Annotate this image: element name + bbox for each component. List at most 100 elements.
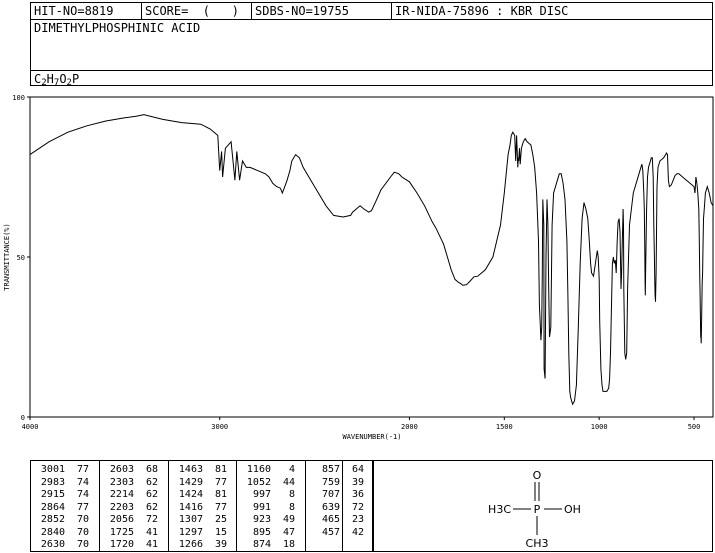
sdbs-number: SDBS-NO=19755	[252, 3, 392, 19]
peak-wavenumber: 707	[321, 489, 340, 500]
plot-frame	[29, 96, 714, 418]
peak-table: 3001 77 2983 74 2915 74 2864 77 2852 70 2840 70 2630…	[30, 460, 373, 552]
peak-wavenumber: 2214	[109, 489, 134, 500]
x-tick-label: 2000	[401, 423, 418, 431]
peak-transmittance: 70	[76, 526, 89, 538]
peak-transmittance: 74	[76, 476, 89, 488]
molecular-formula: C2H7O2P	[34, 72, 80, 88]
compound-name: DIMETHYLPHOSPHINIC ACID	[34, 21, 201, 35]
peak-transmittance: 68	[145, 464, 158, 475]
peak-wavenumber: 991	[252, 501, 271, 513]
header-divider	[31, 70, 712, 71]
atom-hydroxyl: OH	[564, 503, 581, 516]
score: SCORE= ( )	[142, 3, 252, 19]
peak-transmittance: 25	[214, 514, 227, 525]
atom-phosphorus: P	[534, 503, 541, 516]
x-tick-label: 4000	[22, 423, 39, 431]
peak-wavenumber: 1424	[178, 489, 203, 500]
peak-column: 857 64 759 39 707 36 639 72 465 23 457 42	[305, 461, 364, 551]
y-axis-label: TRANSMITTANCE(%)	[3, 223, 11, 290]
peak-wavenumber: 2864	[40, 501, 65, 513]
x-axis: 4000 3000 2000 1500 1000 500	[22, 417, 701, 431]
peak-transmittance: 62	[145, 476, 158, 488]
peak-wavenumber: 2915	[40, 489, 65, 500]
y-tick-label: 50	[17, 254, 25, 262]
peak-transmittance: 39	[214, 539, 227, 550]
peak-transmittance: 62	[145, 489, 158, 500]
peak-wavenumber: 857	[321, 464, 340, 475]
x-tick-label: 500	[688, 423, 701, 431]
peak-transmittance: 8	[288, 489, 295, 500]
peak-transmittance: 72	[145, 514, 158, 525]
formula-o: O	[59, 72, 67, 86]
x-tick-label: 1000	[591, 423, 608, 431]
peak-transmittance: 62	[145, 501, 158, 513]
structure-panel: O H3C P OH CH3	[373, 460, 713, 552]
x-tick-label: 3000	[211, 423, 228, 431]
peak-wavenumber: 1720	[109, 539, 134, 550]
spectrum-line	[29, 114, 714, 406]
peak-wavenumber: 1725	[109, 526, 134, 538]
x-axis-label: WAVENUMBER(-1)	[342, 433, 401, 441]
peak-column: 3001 77 2983 74 2915 74 2864 77 2852 70 2840 70 2630…	[31, 461, 99, 551]
peak-column: 1160 4 1052 44 997 8 991 8 923 49 895 47 874 18	[236, 461, 305, 551]
peak-wavenumber: 874	[252, 539, 271, 550]
y-axis: 0 50 100	[12, 94, 30, 422]
header-row: HIT-NO=8819 SCORE= ( ) SDBS-NO=19755 IR-…	[31, 3, 712, 20]
atom-oxygen: O	[533, 469, 542, 482]
peak-wavenumber: 3001	[40, 464, 65, 475]
peak-transmittance: 81	[214, 464, 227, 475]
peak-wavenumber: 895	[252, 526, 271, 538]
peak-column	[342, 461, 374, 551]
peak-wavenumber: 1429	[178, 476, 203, 488]
peak-wavenumber: 2840	[40, 526, 65, 538]
peak-wavenumber: 1416	[178, 501, 203, 513]
peak-wavenumber: 1463	[178, 464, 203, 475]
peak-wavenumber: 2983	[40, 476, 65, 488]
structure-diagram: O H3C P OH CH3	[488, 469, 581, 550]
peak-transmittance: 70	[76, 539, 89, 550]
ir-spectrum-chart: 0 50 100 4000 3000 2000 1500 1000 500 TRANSMITT…	[3, 94, 714, 441]
x-tick-label: 1500	[496, 423, 513, 431]
peak-wavenumber: 1052	[246, 476, 271, 488]
peak-transmittance: 4	[288, 464, 295, 475]
peak-wavenumber: 457	[321, 526, 340, 538]
ir-nida-id: IR-NIDA-75896 : KBR DISC	[395, 4, 569, 18]
peak-wavenumber: 1297	[178, 526, 203, 538]
atom-methyl-bottom: CH3	[526, 537, 549, 550]
peak-column: 2603 68 2303 62 2214 62 2203 62 2056 72 1725 41 1720…	[99, 461, 168, 551]
peak-wavenumber: 1307	[178, 514, 203, 525]
peak-transmittance: 74	[76, 489, 89, 500]
peak-transmittance: 77	[214, 501, 227, 513]
peak-wavenumber: 2203	[109, 501, 134, 513]
peak-transmittance: 18	[282, 539, 295, 550]
peak-transmittance: 8	[288, 501, 295, 513]
peak-wavenumber: 2852	[40, 514, 65, 525]
peak-wavenumber: 2056	[109, 514, 134, 525]
peak-wavenumber: 465	[321, 514, 340, 525]
peak-wavenumber: 639	[321, 501, 340, 513]
hit-number: HIT-NO=8819	[31, 3, 142, 19]
peak-transmittance: 47	[282, 526, 295, 538]
y-tick-label: 0	[21, 414, 25, 422]
peak-wavenumber: 1160	[246, 464, 271, 475]
y-tick-label: 100	[12, 94, 25, 102]
peak-transmittance: 41	[145, 539, 158, 550]
formula-h: H	[46, 72, 54, 86]
peak-wavenumber: 2630	[40, 539, 65, 550]
peak-transmittance: 15	[214, 526, 227, 538]
peak-wavenumber: 2603	[109, 464, 134, 475]
peak-transmittance: 70	[76, 514, 89, 525]
peak-wavenumber: 997	[252, 489, 271, 500]
peak-wavenumber: 2303	[109, 476, 134, 488]
peak-transmittance: 77	[214, 476, 227, 488]
peak-wavenumber: 1266	[178, 539, 203, 550]
peak-transmittance: 49	[282, 514, 295, 525]
peak-wavenumber: 759	[321, 476, 340, 488]
peak-transmittance: 77	[76, 501, 89, 513]
peak-column: 1463 81 1429 77 1424 81 1416 77 1307 25 1297 15 1266…	[168, 461, 236, 551]
peak-transmittance: 44	[282, 476, 295, 488]
spectrum-header: HIT-NO=8819 SCORE= ( ) SDBS-NO=19755 IR-…	[30, 2, 713, 88]
atom-methyl-left: H3C	[488, 503, 511, 516]
formula-p: P	[71, 72, 80, 86]
